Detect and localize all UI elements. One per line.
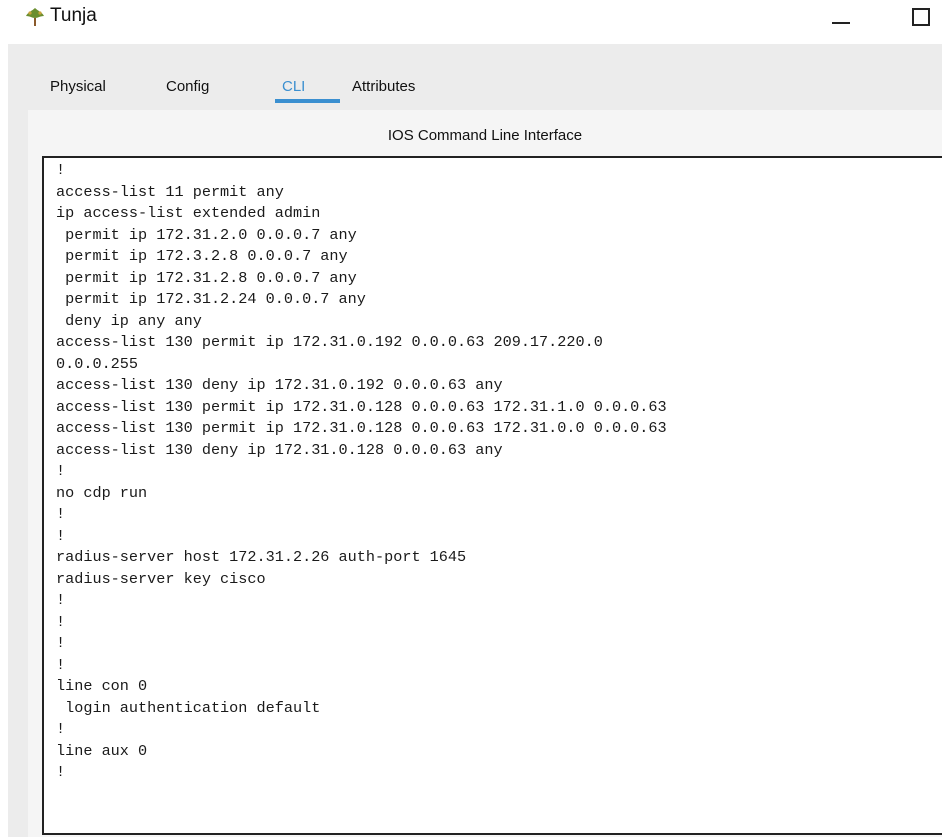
window-body: Physical Config CLI Attributes IOS Comma… [8,44,942,837]
terminal-line: ! [56,161,66,179]
terminal-line: ! [56,591,66,609]
terminal-line: ! [56,462,66,480]
cli-panel: IOS Command Line Interface ! access-list … [28,110,942,837]
terminal-line: access-list 130 permit ip 172.31.0.128 0… [56,397,667,416]
terminal-line: line aux 0 [56,741,148,760]
terminal-line: access-list 130 permit ip 172.31.0.192 0… [56,333,603,351]
tab-physical[interactable]: Physical [50,78,106,95]
tab-bar: Physical Config CLI Attributes [36,72,942,110]
cli-heading: IOS Command Line Interface [387,127,583,144]
terminal-line: permit ip 172.31.2.24 0.0.0.7 any [56,290,366,308]
terminal-line: ! [56,655,66,674]
terminal-line: ! [56,505,66,523]
terminal-line: access-list 130 permit ip 172.31.0.128 0… [56,419,667,437]
terminal-line: radius-server host 172.31.2.26 auth-port… [56,548,467,566]
terminal-line: ! [56,526,66,545]
terminal-line: login authentication default [56,698,321,717]
terminal-line: line con 0 [56,677,148,695]
terminal-line: permit ip 172.3.2.8 0.0.0.7 any [56,247,348,265]
active-tab-indicator [275,99,340,103]
terminal-line: no cdp run [56,483,148,502]
minimize-icon[interactable] [826,2,856,32]
terminal-line: ! [56,634,66,652]
cli-terminal[interactable]: ! access-list 11 permit any ip access-list… [42,156,942,835]
terminal-line: radius-server key cisco [56,569,266,588]
terminal-line: ip access-list extended admin [56,204,321,222]
tab-cli[interactable]: CLI [282,78,305,95]
terminal-line: permit ip 172.31.2.8 0.0.0.7 any [56,268,357,287]
terminal-output: ! access-list 11 permit any ip access-list… [56,160,667,784]
terminal-line: ! [56,612,66,631]
terminal-line: access-list 11 permit any [56,182,284,201]
terminal-line: access-list 130 deny ip 172.31.0.128 0.0… [56,440,503,459]
router-icon [26,8,44,26]
terminal-line: access-list 130 deny ip 172.31.0.192 0.0… [56,376,503,394]
terminal-line: 0.0.0.255 [56,354,139,373]
window-title: Tunja [50,5,97,26]
terminal-line: deny ip any any [56,311,202,330]
terminal-line: ! [56,763,66,781]
terminal-line: permit ip 172.31.2.0 0.0.0.7 any [56,225,357,244]
tab-attributes[interactable]: Attributes [352,78,415,95]
maximize-icon[interactable] [912,8,930,26]
title-bar: Tunja [0,0,942,44]
terminal-line: ! [56,720,66,738]
tab-config[interactable]: Config [166,78,209,95]
